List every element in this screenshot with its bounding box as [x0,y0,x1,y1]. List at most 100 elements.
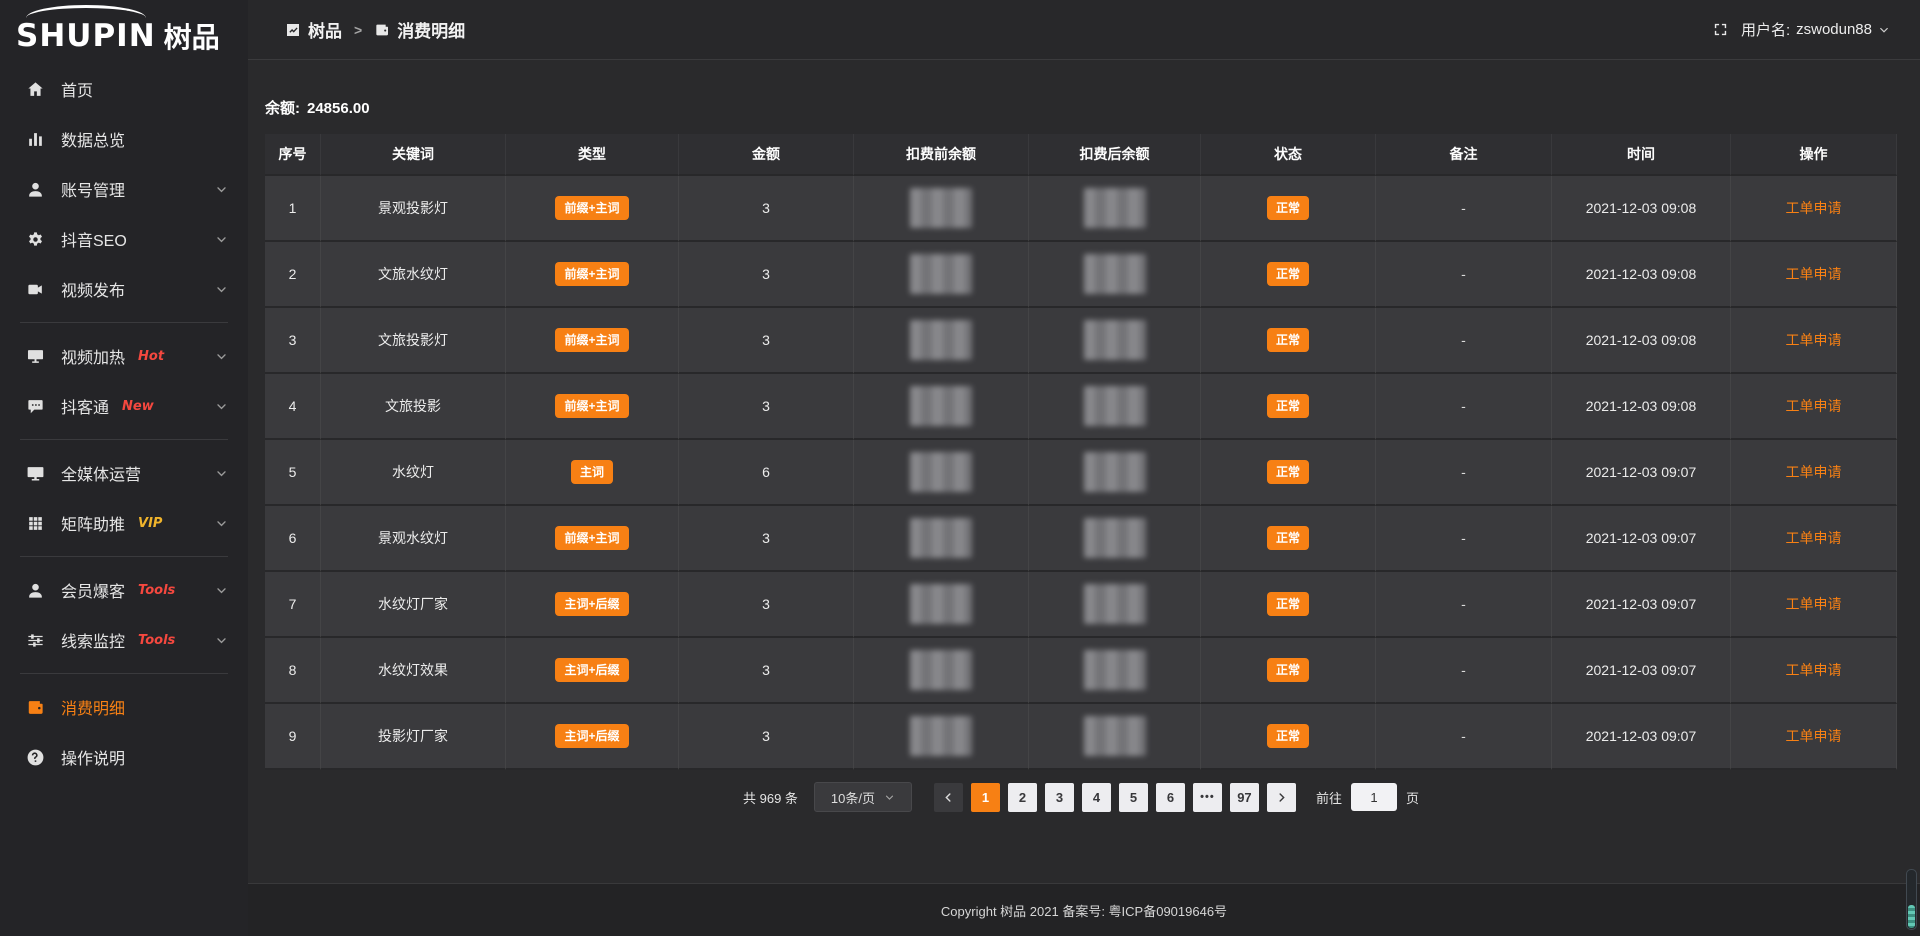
work-order-link[interactable]: 工单申请 [1786,662,1842,678]
status-badge: 正常 [1267,724,1309,748]
sidebar-item-account-manage[interactable]: 账号管理 [0,164,248,214]
user-icon [26,180,45,199]
column-header: 扣费前余额 [854,134,1029,176]
redacted-balance [1084,320,1146,360]
cell-action: 工单申请 [1731,242,1897,308]
cell-time: 2021-12-03 09:07 [1552,440,1731,506]
page-button-3[interactable]: 3 [1045,783,1074,812]
page-size-value: 10条/页 [831,788,875,807]
cell-keyword: 文旅投影 [321,374,506,440]
table-row: 9投影灯厂家主词+后缀3正常-2021-12-03 09:07工单申请 [265,704,1897,770]
column-header: 状态 [1201,134,1376,176]
breadcrumb-separator: > [354,22,362,38]
page-button-2[interactable]: 2 [1008,783,1037,812]
scrollbar[interactable] [1906,869,1917,930]
cell-remark: - [1376,440,1552,506]
sidebar-item-video-publish[interactable]: 视频发布 [0,264,248,314]
table-row: 5水纹灯主词6正常-2021-12-03 09:07工单申请 [265,440,1897,506]
breadcrumb-item[interactable]: 树品 [285,17,342,42]
page-button-5[interactable]: 5 [1119,783,1148,812]
cell-type: 主词+后缀 [506,704,679,770]
cell-type: 前缀+主词 [506,506,679,572]
cell-type: 前缀+主词 [506,242,679,308]
consumption-table: 序号关键词类型金额扣费前余额扣费后余额状态备注时间操作 1景观投影灯前缀+主词3… [265,134,1897,770]
type-badge: 前缀+主词 [555,526,628,550]
sidebar-item-data-overview[interactable]: 数据总览 [0,114,248,164]
sidebar-item-consume-detail[interactable]: 消费明细 [0,682,248,732]
redacted-balance [1084,452,1146,492]
balance-value: 24856.00 [307,100,370,117]
work-order-link[interactable]: 工单申请 [1786,398,1842,414]
chevron-down-icon [215,467,228,480]
cell-status: 正常 [1201,374,1376,440]
remark-value: - [1461,662,1466,678]
cell-keyword: 文旅投影灯 [321,308,506,374]
cell-remark: - [1376,506,1552,572]
redacted-balance [1084,650,1146,690]
home-icon [26,80,45,99]
page-button-1[interactable]: 1 [971,783,1000,812]
breadcrumb-item[interactable]: 消费明细 [374,17,465,42]
work-order-link[interactable]: 工单申请 [1786,728,1842,744]
cell-pre-balance [854,638,1029,704]
sidebar-item-home[interactable]: 首页 [0,64,248,114]
pagination: 共 969 条 10条/页 123456•••97 前往 页 [265,782,1897,812]
work-order-link[interactable]: 工单申请 [1786,530,1842,546]
work-order-link[interactable]: 工单申请 [1786,464,1842,480]
sidebar-item-douketong[interactable]: 抖客通New [0,381,248,431]
gear-icon [26,230,45,249]
status-badge: 正常 [1267,526,1309,550]
cell-pre-balance [854,308,1029,374]
remark-value: - [1461,266,1466,282]
grid-icon [26,514,45,533]
next-page-button[interactable] [1267,783,1296,812]
page-button-97[interactable]: 97 [1230,783,1259,812]
type-badge: 前缀+主词 [555,394,628,418]
cell-post-balance [1029,440,1201,506]
fullscreen-icon[interactable] [1712,21,1729,38]
sidebar-item-badge: VIP [138,516,162,531]
sidebar-item-douyin-seo[interactable]: 抖音SEO [0,214,248,264]
cell-amount: 3 [679,704,854,770]
username-label: 用户名: [1741,19,1790,40]
cell-status: 正常 [1201,242,1376,308]
cell-time: 2021-12-03 09:08 [1552,308,1731,374]
breadcrumb-label: 树品 [308,17,342,42]
cell-remark: - [1376,242,1552,308]
cell-time: 2021-12-03 09:08 [1552,374,1731,440]
prev-page-button[interactable] [934,783,963,812]
page-button-4[interactable]: 4 [1082,783,1111,812]
work-order-link[interactable]: 工单申请 [1786,596,1842,612]
more-pages-button[interactable]: ••• [1193,783,1222,812]
page-button-6[interactable]: 6 [1156,783,1185,812]
sidebar-item-media-operation[interactable]: 全媒体运营 [0,448,248,498]
user-menu[interactable]: 用户名: zswodun88 [1741,19,1890,40]
goto-page-input[interactable] [1351,783,1397,811]
scrollbar-thumb[interactable] [1908,905,1915,928]
redacted-balance [1084,584,1146,624]
logo: SHUPIN 树品 [0,0,248,60]
table-row: 3文旅投影灯前缀+主词3正常-2021-12-03 09:08工单申请 [265,308,1897,374]
cell-remark: - [1376,572,1552,638]
status-badge: 正常 [1267,196,1309,220]
sidebar-item-member-burst[interactable]: 会员爆客Tools [0,565,248,615]
sidebar-item-clue-monitor[interactable]: 线索监控Tools [0,615,248,665]
cell-status: 正常 [1201,638,1376,704]
sidebar-item-badge: Hot [138,349,164,364]
sidebar-item-operation-guide[interactable]: 操作说明 [0,732,248,782]
work-order-link[interactable]: 工单申请 [1786,200,1842,216]
cell-post-balance [1029,638,1201,704]
sidebar-item-matrix-boost[interactable]: 矩阵助推VIP [0,498,248,548]
chevron-down-icon [215,233,228,246]
sidebar-item-video-heat[interactable]: 视频加热Hot [0,331,248,381]
cell-index: 7 [265,572,321,638]
page-size-select[interactable]: 10条/页 [814,782,912,812]
chevron-down-icon [215,400,228,413]
chevron-down-icon [884,792,895,803]
cell-post-balance [1029,308,1201,374]
cell-pre-balance [854,440,1029,506]
work-order-link[interactable]: 工单申请 [1786,332,1842,348]
work-order-link[interactable]: 工单申请 [1786,266,1842,282]
cell-index: 6 [265,506,321,572]
sliders-icon [26,631,45,650]
